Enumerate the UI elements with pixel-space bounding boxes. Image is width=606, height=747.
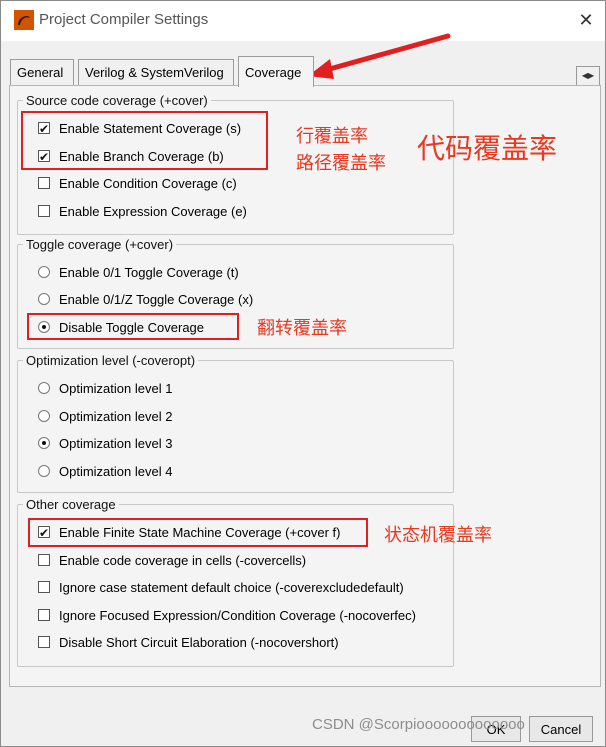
radio-button[interactable] [38,465,50,477]
cancel-button[interactable]: Cancel [529,716,593,742]
checkbox-box[interactable] [38,205,50,217]
tab-verilog-systemverilog[interactable]: Verilog & SystemVerilog [78,59,234,85]
branch-coverage-annotation: 路径覆盖率 [296,153,386,173]
close-icon[interactable]: ✕ [573,9,599,31]
red-arrow-pointer [308,33,451,79]
fsm-coverage-annotation: 状态机覆盖率 [384,525,492,545]
disable-toggle-highlight-box [27,313,239,340]
radio-button[interactable] [38,437,50,449]
csdn-watermark: CSDN @Scorpiooooooooooooo [312,716,525,733]
tab-general[interactable]: General [10,59,74,85]
radio-button[interactable] [38,266,50,278]
radio-button[interactable] [38,410,50,422]
statement-branch-highlight-box [21,111,268,170]
checkbox-box[interactable] [38,177,50,189]
tab-scroll-arrows[interactable]: ◀▶ [576,66,600,86]
toggle-coverage-annotation: 翻转覆盖率 [257,318,347,338]
tab-coverage[interactable]: Coverage [238,56,314,87]
code-coverage-annotation: 代码覆盖率 [417,133,558,164]
statement-coverage-annotation: 行覆盖率 [296,126,368,146]
source-coverage-legend: Source code coverage (+cover) [26,93,208,108]
checkbox-box[interactable] [38,581,50,593]
modelsim-app-icon [14,10,34,30]
toggle-coverage-legend: Toggle coverage (+cover) [26,237,174,252]
window-title: Project Compiler Settings [39,11,209,28]
other-coverage-legend: Other coverage [26,497,116,512]
checkbox-box[interactable] [38,636,50,648]
checkbox-box[interactable] [38,554,50,566]
optimization-level-legend: Optimization level (-coveropt) [26,353,196,368]
fsm-highlight-box [28,518,368,547]
radio-button[interactable] [38,293,50,305]
radio-button[interactable] [38,382,50,394]
checkbox-box[interactable] [38,609,50,621]
